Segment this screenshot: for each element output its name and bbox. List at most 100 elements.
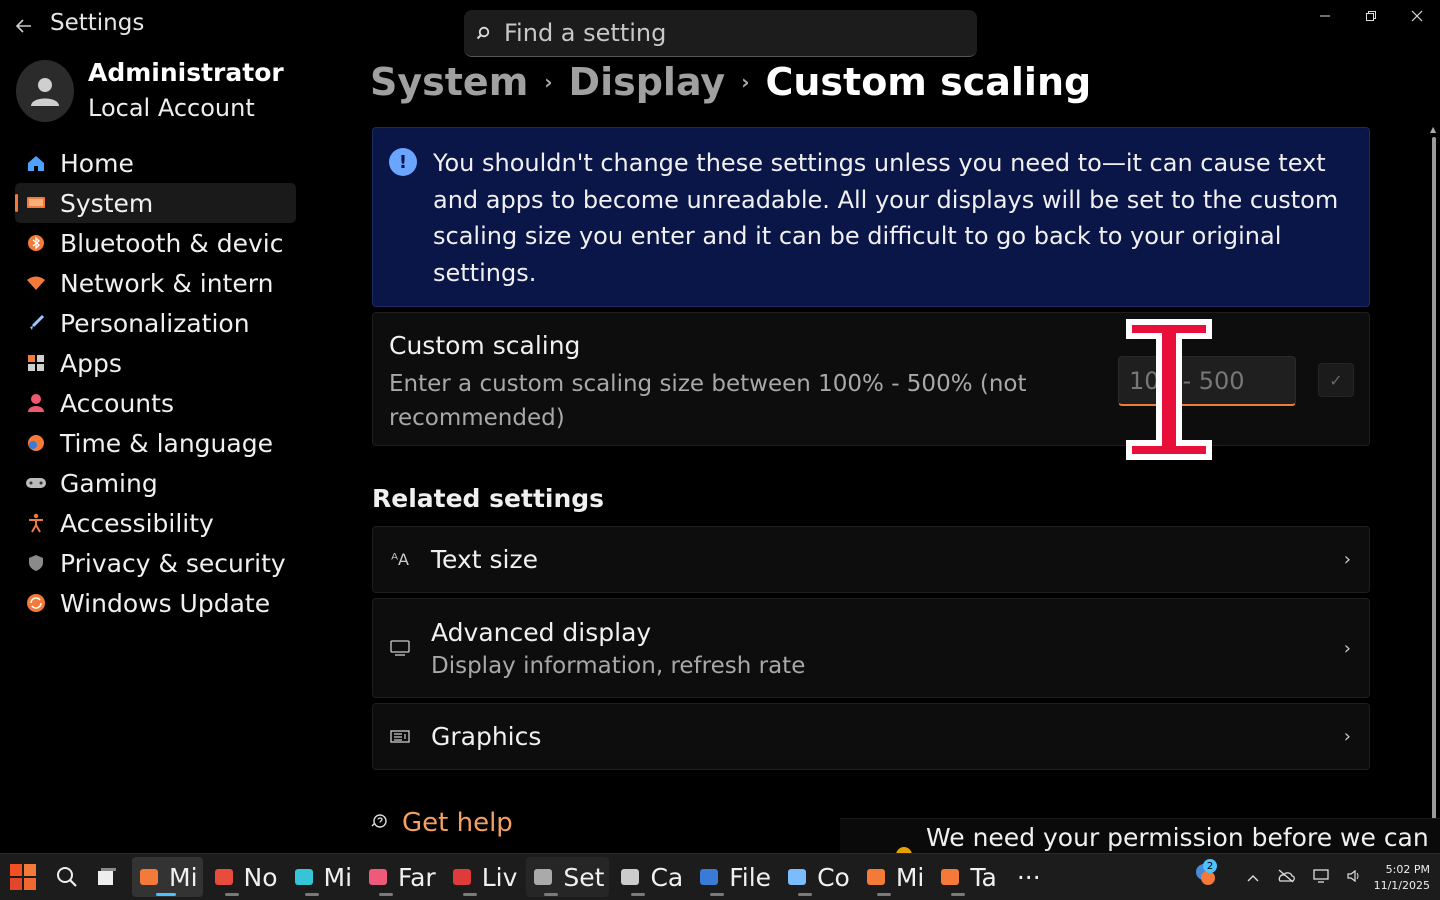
taskbar-app-live[interactable]: Liv: [445, 857, 523, 897]
sidebar-item-label: Accounts: [60, 388, 174, 418]
brush-icon: [25, 312, 47, 334]
taskbar-app-label: File: [729, 862, 772, 892]
sidebar-item-apps[interactable]: Apps: [15, 343, 296, 383]
restore-button[interactable]: [1348, 0, 1394, 32]
notepad-icon: [212, 865, 236, 889]
taskbar-app-copilot[interactable]: Co: [780, 857, 855, 897]
search-input[interactable]: [504, 19, 944, 47]
chevron-up-icon[interactable]: [1246, 869, 1260, 887]
gamepad-icon: [25, 472, 47, 494]
sidebar-item-label: Gaming: [60, 468, 158, 498]
scrollbar-thumb[interactable]: [1432, 137, 1436, 827]
checkmark-icon: ✓: [1329, 370, 1343, 390]
sidebar-item-label: Bluetooth & devic: [60, 228, 284, 258]
heart-icon: [366, 865, 390, 889]
sidebar-item-accessibility[interactable]: Accessibility: [15, 503, 296, 543]
sidebar-item-accounts[interactable]: Accounts: [15, 383, 296, 423]
taskbar-app-label: Mi: [895, 862, 925, 892]
taskbar-app-camera[interactable]: Ca: [613, 857, 688, 897]
row-label: Graphics: [431, 722, 542, 751]
close-button[interactable]: [1394, 0, 1440, 32]
home-icon: [25, 152, 47, 174]
sidebar-item-windows-update[interactable]: Windows Update: [15, 583, 296, 623]
more-icon: ···: [1016, 862, 1041, 892]
network-icon[interactable]: [1312, 868, 1330, 888]
get-help-link[interactable]: Get help: [370, 808, 513, 838]
scroll-up-arrow-icon[interactable]: ▲: [1430, 125, 1436, 134]
volume-icon[interactable]: [1346, 868, 1362, 888]
notification-toast[interactable]: We need your permission before we can: [840, 818, 1440, 854]
graphics-row[interactable]: Graphics ›: [372, 703, 1370, 770]
taskbar-app-heart[interactable]: Far: [361, 857, 441, 897]
clock[interactable]: 5:02 PM 11/1/2025: [1374, 862, 1430, 894]
sidebar-item-label: Time & language: [60, 428, 273, 458]
help-icon: [370, 812, 388, 834]
taskbar-app-label: Mi: [169, 862, 198, 892]
weather-badge: 2: [1203, 859, 1217, 873]
clock-date: 11/1/2025: [1373, 878, 1430, 892]
apply-scaling-button[interactable]: ✓: [1318, 363, 1354, 397]
bluetooth-icon: [25, 232, 47, 254]
user-avatar-icon: [31, 78, 59, 106]
text-size-icon: ᴬA: [391, 550, 409, 569]
info-icon: !: [389, 148, 417, 176]
scrollbar[interactable]: ▲: [1428, 125, 1440, 827]
taskbar-app-task[interactable]: Ta: [933, 857, 1001, 897]
page-title: Custom scaling: [765, 60, 1092, 104]
warning-infobar: ! You shouldn't change these settings un…: [372, 127, 1370, 307]
wifi-icon: [25, 272, 47, 294]
window-controls: [1302, 0, 1440, 32]
start-button[interactable]: [4, 857, 42, 897]
text-size-row[interactable]: ᴬA Text size ›: [372, 526, 1370, 593]
sidebar-item-time-language[interactable]: Time & language: [15, 423, 296, 463]
breadcrumb-display[interactable]: Display: [569, 60, 726, 104]
restore-icon: [1366, 11, 1376, 21]
breadcrumb: System › Display › Custom scaling: [370, 60, 1091, 104]
system-tray: 5:02 PM 11/1/2025: [1238, 854, 1440, 900]
avatar: [16, 60, 74, 122]
task-view-button[interactable]: [90, 857, 124, 897]
taskbar-search-button[interactable]: [50, 857, 84, 897]
taskbar-app-settings-gear[interactable]: Set: [526, 857, 610, 897]
back-arrow-icon: [16, 19, 31, 33]
task-icon: [938, 865, 962, 889]
custom-scaling-card: Custom scaling Enter a custom scaling si…: [372, 312, 1370, 446]
update-icon: [25, 592, 47, 614]
camera-icon: [618, 865, 642, 889]
back-button[interactable]: [10, 12, 38, 40]
breadcrumb-separator-icon: ›: [741, 70, 750, 94]
taskbar-app-monitor-app[interactable]: Mi: [287, 857, 358, 897]
file-explorer-icon: [697, 865, 721, 889]
close-icon: [1411, 10, 1423, 22]
taskbar-app-onedrive[interactable]: Mi: [132, 857, 203, 897]
taskbar-overflow-button[interactable]: ···: [1012, 857, 1046, 897]
taskbar-apps: Mi No Mi Far Liv Set Ca File Co Mi Ta: [132, 857, 1006, 897]
onedrive-offline-icon[interactable]: [1276, 869, 1296, 887]
sidebar-item-bluetooth-devic[interactable]: Bluetooth & devic: [15, 223, 296, 263]
search-box[interactable]: [464, 10, 977, 57]
taskbar-app-label: Liv: [481, 862, 518, 892]
breadcrumb-system[interactable]: System: [370, 60, 528, 104]
chevron-right-icon: ›: [1343, 549, 1351, 570]
taskbar-app-label: Set: [563, 862, 605, 892]
sidebar-item-label: Home: [60, 148, 134, 178]
copilot-icon: [785, 865, 809, 889]
advanced-display-row[interactable]: Advanced display Display information, re…: [372, 598, 1370, 698]
user-profile[interactable]: Administrator Local Account: [16, 56, 284, 126]
taskbar-app-edge[interactable]: Mi: [859, 857, 930, 897]
get-help-label: Get help: [402, 808, 513, 838]
sidebar-item-network-intern[interactable]: Network & intern: [15, 263, 296, 303]
system-icon: [25, 192, 47, 214]
sidebar-nav: Home System Bluetooth & devic Network & int…: [15, 143, 296, 623]
graphics-icon: [389, 729, 411, 745]
sidebar-item-system[interactable]: System: [15, 183, 296, 223]
sidebar-item-privacy-security[interactable]: Privacy & security: [15, 543, 296, 583]
sidebar-item-personalization[interactable]: Personalization: [15, 303, 296, 343]
chevron-right-icon: ›: [1343, 637, 1351, 659]
sidebar-item-gaming[interactable]: Gaming: [15, 463, 296, 503]
minimize-button[interactable]: [1302, 0, 1348, 32]
taskbar-app-file-explorer[interactable]: File: [692, 857, 776, 897]
sidebar-item-home[interactable]: Home: [15, 143, 296, 183]
sidebar-item-label: System: [60, 188, 154, 218]
taskbar-app-notepad[interactable]: No: [207, 857, 283, 897]
